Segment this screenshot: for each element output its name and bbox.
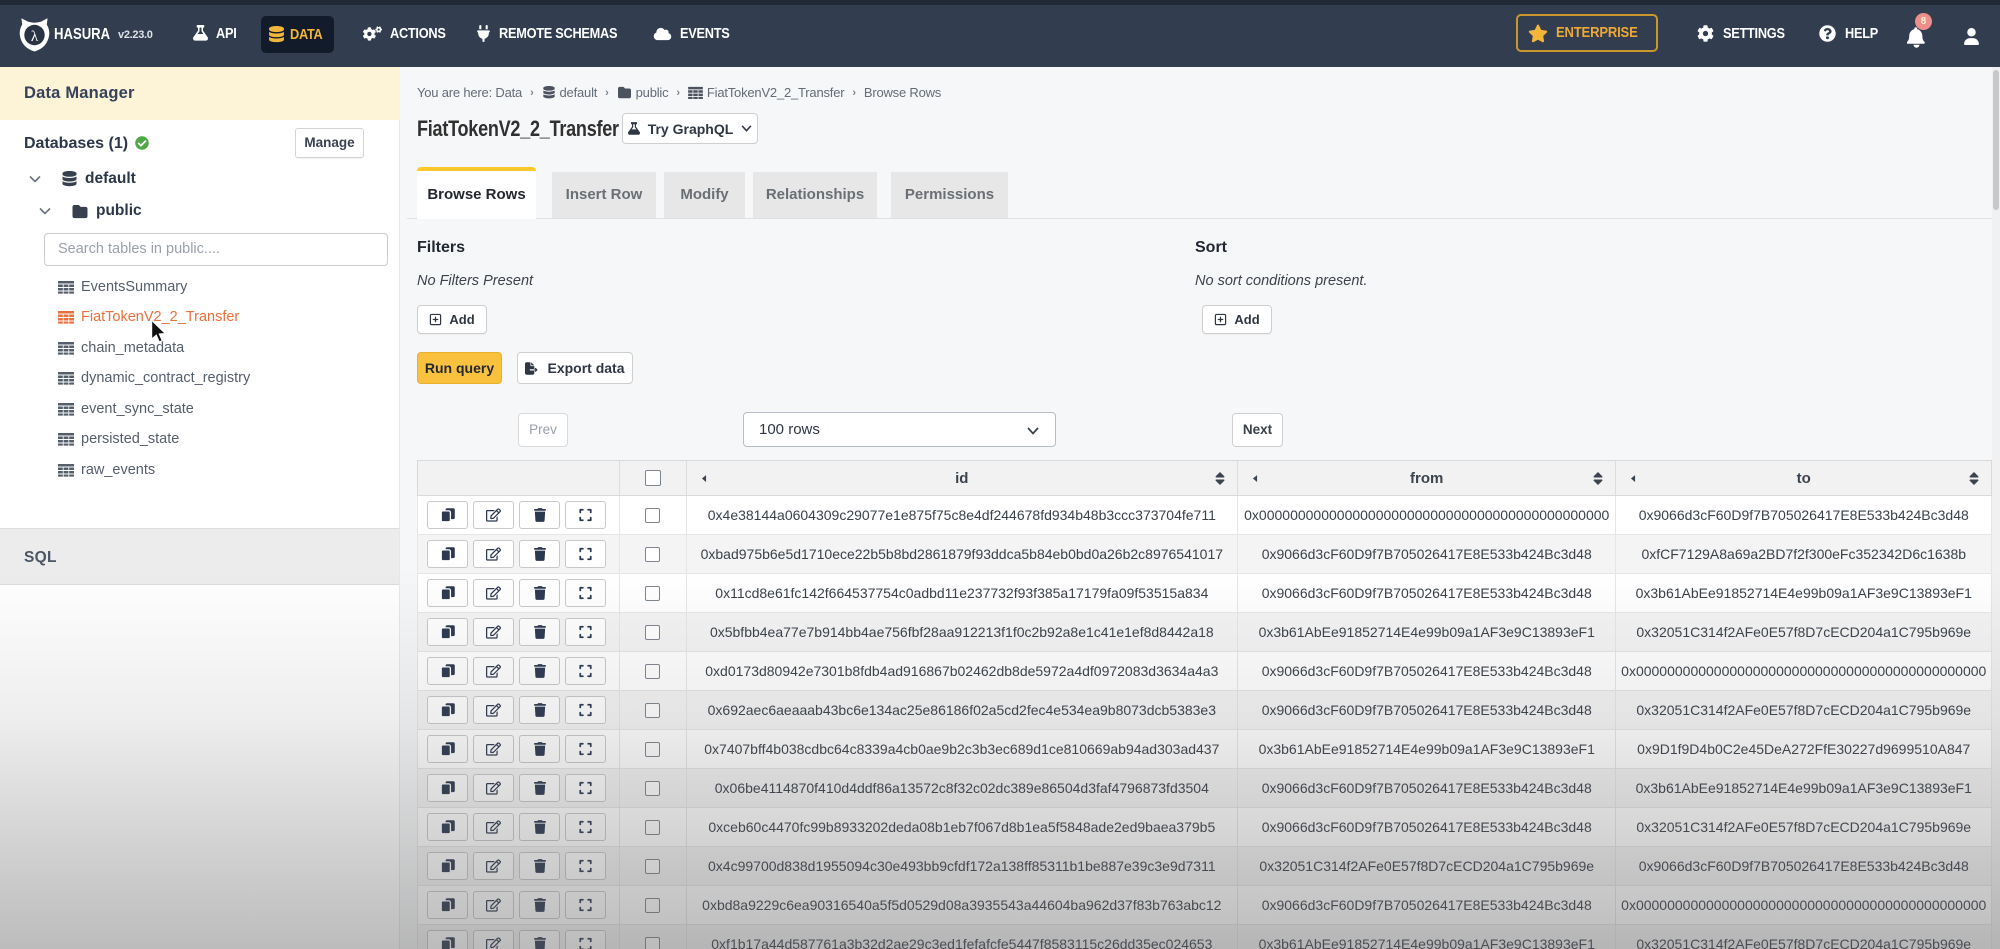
svg-text:λ: λ <box>31 29 39 45</box>
